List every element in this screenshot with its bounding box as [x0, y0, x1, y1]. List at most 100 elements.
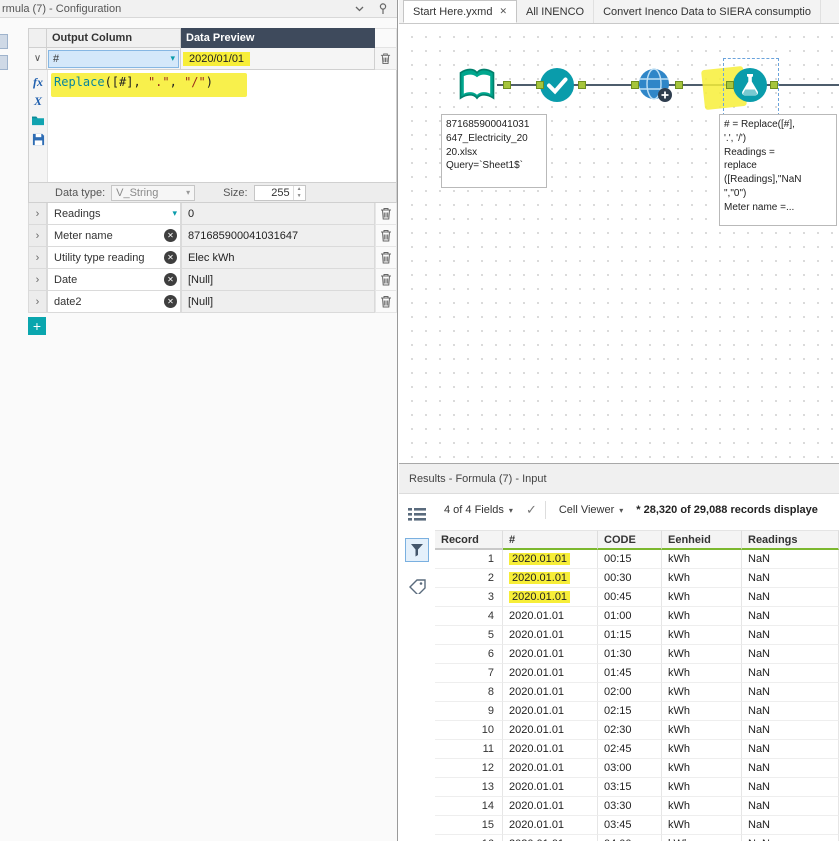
saved-expressions-folder-icon[interactable]	[30, 112, 46, 128]
hash-cell[interactable]: 2020.01.01	[503, 721, 598, 740]
check-tool[interactable]	[539, 67, 575, 106]
data-type-select[interactable]: V_String ▾	[111, 185, 195, 201]
remove-column-icon[interactable]: ✕	[164, 251, 177, 264]
readings-cell[interactable]: NaN	[742, 835, 839, 841]
record-number-cell[interactable]: 6	[435, 645, 503, 664]
eenheid-cell[interactable]: kWh	[662, 816, 742, 835]
code-cell[interactable]: 03:00	[598, 759, 662, 778]
delete-expression-button[interactable]	[375, 225, 397, 247]
eenheid-cell[interactable]: kWh	[662, 645, 742, 664]
record-number-cell[interactable]: 1	[435, 550, 503, 569]
expand-chevron-icon[interactable]: ›	[28, 247, 47, 269]
connection-anchor[interactable]	[770, 81, 778, 89]
eenheid-cell[interactable]: kWh	[662, 664, 742, 683]
connection-anchor[interactable]	[578, 81, 586, 89]
hash-cell[interactable]: 2020.01.01	[503, 759, 598, 778]
connection-anchor[interactable]	[675, 81, 683, 89]
hash-cell[interactable]: 2020.01.01	[503, 683, 598, 702]
cell-viewer-dropdown[interactable]: Cell Viewer ▾	[554, 501, 628, 519]
record-number-cell[interactable]: 3	[435, 588, 503, 607]
delete-expression-button[interactable]	[375, 247, 397, 269]
formula-tool[interactable]	[732, 67, 768, 106]
eenheid-column-header[interactable]: Eenheid	[662, 530, 742, 550]
readings-cell[interactable]: NaN	[742, 702, 839, 721]
record-column-header[interactable]: Record	[435, 530, 503, 550]
hash-cell[interactable]: 2020.01.01	[503, 664, 598, 683]
readings-cell[interactable]: NaN	[742, 550, 839, 569]
record-number-cell[interactable]: 9	[435, 702, 503, 721]
code-cell[interactable]: 04:00	[598, 835, 662, 841]
connection-anchor[interactable]	[536, 81, 544, 89]
eenheid-cell[interactable]: kWh	[662, 759, 742, 778]
hash-cell[interactable]: 2020.01.01	[503, 550, 598, 569]
readings-cell[interactable]: NaN	[742, 645, 839, 664]
workflow-tab[interactable]: Convert Inenco Data to SIERA consumptio	[594, 0, 821, 23]
hash-cell[interactable]: 2020.01.01	[503, 797, 598, 816]
variables-icon[interactable]: X	[30, 93, 46, 109]
hash-cell[interactable]: 2020.01.01	[503, 569, 598, 588]
output-column-dropdown[interactable]: Utility type reading✕	[47, 247, 181, 269]
connection-anchor[interactable]	[503, 81, 511, 89]
eenheid-cell[interactable]: kWh	[662, 569, 742, 588]
record-number-cell[interactable]: 12	[435, 759, 503, 778]
eenheid-cell[interactable]: kWh	[662, 721, 742, 740]
expand-chevron-icon[interactable]: ›	[28, 291, 47, 313]
code-cell[interactable]: 01:45	[598, 664, 662, 683]
collapse-chevron-icon[interactable]	[351, 2, 367, 16]
hash-cell[interactable]: 2020.01.01	[503, 816, 598, 835]
hash-cell[interactable]: 2020.01.01	[503, 607, 598, 626]
eenheid-cell[interactable]: kWh	[662, 835, 742, 841]
eenheid-cell[interactable]: kWh	[662, 550, 742, 569]
output-column-select[interactable]: # ▾	[48, 50, 179, 68]
code-cell[interactable]: 00:45	[598, 588, 662, 607]
output-column-dropdown[interactable]: Date✕	[47, 269, 181, 291]
metadata-tag-icon[interactable]	[405, 574, 429, 598]
readings-cell[interactable]: NaN	[742, 588, 839, 607]
code-cell[interactable]: 01:00	[598, 607, 662, 626]
record-number-cell[interactable]: 11	[435, 740, 503, 759]
readings-column-header[interactable]: Readings	[742, 530, 839, 550]
hash-cell[interactable]: 2020.01.01	[503, 588, 598, 607]
expand-chevron-icon[interactable]: ›	[28, 203, 47, 225]
connection-anchor[interactable]	[726, 81, 734, 89]
record-number-cell[interactable]: 10	[435, 721, 503, 740]
hash-cell[interactable]: 2020.01.01	[503, 645, 598, 664]
eenheid-cell[interactable]: kWh	[662, 607, 742, 626]
apply-check-icon[interactable]: ✓	[526, 502, 537, 518]
eenheid-cell[interactable]: kWh	[662, 740, 742, 759]
input-data-tool[interactable]	[454, 64, 500, 111]
eenheid-cell[interactable]: kWh	[662, 588, 742, 607]
delete-expression-button[interactable]	[375, 291, 397, 313]
record-number-cell[interactable]: 2	[435, 569, 503, 588]
expand-chevron-icon[interactable]: ›	[28, 269, 47, 291]
hash-column-header[interactable]: #	[503, 530, 598, 550]
remove-column-icon[interactable]: ✕	[164, 273, 177, 286]
readings-cell[interactable]: NaN	[742, 683, 839, 702]
record-number-cell[interactable]: 5	[435, 626, 503, 645]
output-column-dropdown[interactable]: Meter name✕	[47, 225, 181, 247]
readings-cell[interactable]: NaN	[742, 740, 839, 759]
hash-cell[interactable]: 2020.01.01	[503, 626, 598, 645]
input-tool-annotation[interactable]: 871685900041031 647_Electricity_20 20.xl…	[441, 114, 547, 188]
code-cell[interactable]: 03:45	[598, 816, 662, 835]
expand-chevron-icon[interactable]: ›	[28, 225, 47, 247]
readings-cell[interactable]: NaN	[742, 664, 839, 683]
record-number-cell[interactable]: 15	[435, 816, 503, 835]
code-cell[interactable]: 00:15	[598, 550, 662, 569]
code-cell[interactable]: 02:30	[598, 721, 662, 740]
eenheid-cell[interactable]: kWh	[662, 702, 742, 721]
output-column-dropdown[interactable]: date2✕	[47, 291, 181, 313]
close-icon[interactable]: ✕	[499, 6, 507, 17]
readings-cell[interactable]: NaN	[742, 626, 839, 645]
data-view-icon[interactable]	[405, 538, 429, 562]
record-number-cell[interactable]: 16	[435, 835, 503, 841]
spinner-arrows-icon[interactable]: ▲▼	[293, 186, 305, 200]
remove-column-icon[interactable]: ✕	[164, 229, 177, 242]
readings-cell[interactable]: NaN	[742, 797, 839, 816]
readings-cell[interactable]: NaN	[742, 721, 839, 740]
output-column-dropdown[interactable]: Readings▾	[47, 203, 181, 225]
save-expression-icon[interactable]	[30, 131, 46, 147]
eenheid-cell[interactable]: kWh	[662, 683, 742, 702]
pin-icon[interactable]	[375, 2, 391, 16]
fields-dropdown[interactable]: 4 of 4 Fields ▾	[439, 501, 518, 519]
